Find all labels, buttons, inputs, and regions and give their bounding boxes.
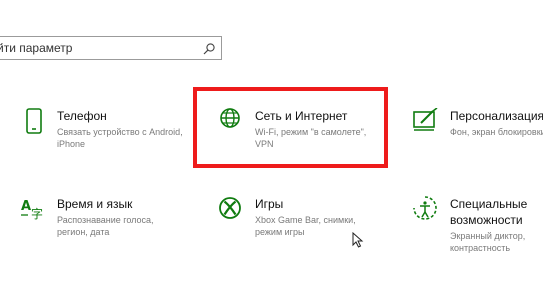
highlight-frame	[193, 87, 388, 168]
time-language-icon: A 字	[21, 199, 43, 221]
tile-time-language-desc: Распознавание голоса, регион, дата	[57, 215, 154, 237]
search-icon	[203, 43, 215, 55]
tile-ease-of-access-desc: Экранный диктор, контрастность	[450, 231, 526, 253]
phone-icon	[26, 108, 42, 134]
personalization-icon	[413, 108, 438, 131]
svg-text:字: 字	[31, 206, 43, 221]
tile-gaming-title: Игры	[255, 197, 284, 211]
svg-text:A: A	[21, 199, 31, 214]
search-placeholder: йти параметр	[0, 41, 73, 55]
tile-phone-title: Телефон	[57, 109, 107, 123]
search-input[interactable]: йти параметр	[0, 36, 222, 60]
tile-time-language-title: Время и язык	[57, 197, 133, 211]
mouse-cursor-icon	[352, 232, 364, 248]
xbox-icon	[219, 197, 241, 219]
tile-gaming-desc: Xbox Game Bar, снимки, режим игры	[255, 215, 356, 237]
tile-phone-desc: Связать устройство с Android, iPhone	[57, 127, 183, 149]
tile-ease-of-access-title: Специальные возможности	[450, 197, 528, 227]
tile-personalization-desc: Фон, экран блокировки	[450, 127, 543, 137]
tile-personalization-title: Персонализация	[450, 109, 543, 123]
ease-of-access-icon	[413, 196, 437, 220]
